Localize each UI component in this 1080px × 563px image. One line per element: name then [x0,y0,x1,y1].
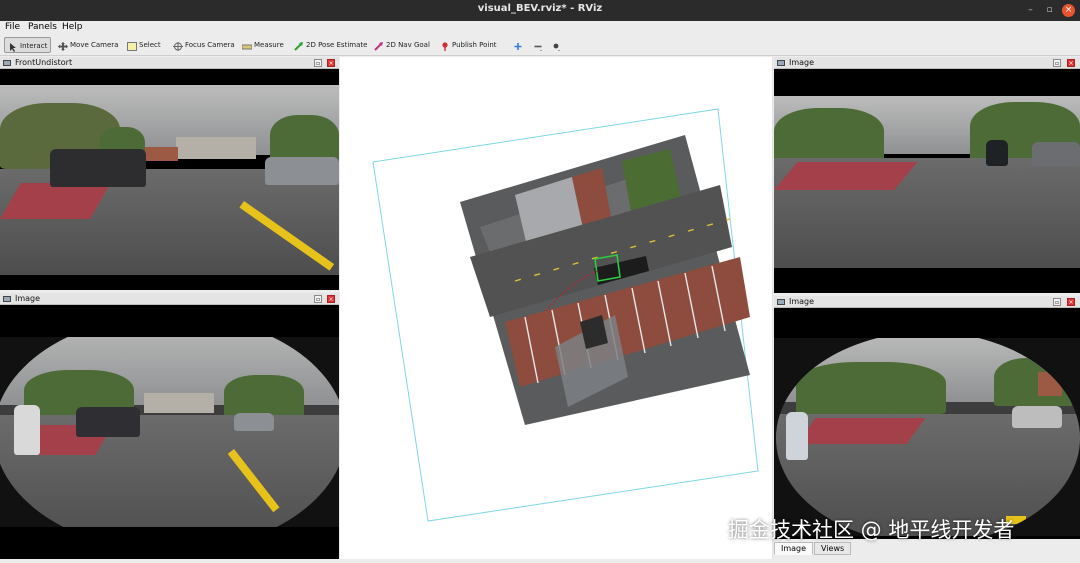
front-undistort-panel: FrontUndistort ▫ × [0,57,339,290]
panel-close-button[interactable]: × [1067,298,1075,306]
panel-title: Image [789,58,815,67]
select-label: Select [139,41,161,49]
image-icon [3,60,11,66]
plus-icon [513,41,523,50]
interact-label: Interact [20,42,48,50]
add-tool-button[interactable] [513,37,525,53]
menu-panels[interactable]: Panels [28,22,57,32]
menu-bar: File Panels Help [0,21,1080,35]
focus-icon [173,41,183,51]
menu-file[interactable]: File [5,22,20,32]
nav-goal-button[interactable]: 2D Nav Goal [374,37,430,53]
minimize-button[interactable]: – [1024,4,1037,17]
panel-float-button[interactable]: ▫ [1053,298,1061,306]
move-camera-label: Move Camera [70,41,119,49]
panel-title: Image [15,294,41,303]
bev-render-view[interactable] [340,57,772,559]
measure-button[interactable]: Measure [241,37,284,53]
panel-header: Image ▫ × [774,296,1080,308]
bird-eye-image [460,135,750,425]
title-bar: visual_BEV.rviz* - RViz – ▫ × [0,0,1080,21]
image-icon [777,299,785,305]
right-bottom-panel: Image ▫ × [774,296,1080,539]
panel-close-button[interactable]: × [327,295,335,303]
purple-arrow-icon [374,41,384,51]
menu-help[interactable]: Help [62,22,83,32]
left-fisheye-image [0,337,339,527]
image-icon [777,60,785,66]
panel-float-button[interactable]: ▫ [314,59,322,67]
panel-header: Image ▫ × [774,57,1080,69]
nav-goal-label: 2D Nav Goal [386,41,430,49]
right-fisheye-image [774,338,1080,536]
pose-estimate-label: 2D Pose Estimate [306,41,368,49]
pose-estimate-button[interactable]: 2D Pose Estimate [294,37,367,53]
view-options-button[interactable] [551,37,563,53]
right-top-camera-image [774,96,1080,268]
green-arrow-icon [294,41,304,51]
remove-tool-button[interactable] [533,37,545,53]
toolbar: Interact Move Camera Select Focus Camera… [0,35,1080,56]
panel-header: Image ▫ × [0,293,339,305]
image-icon [3,296,11,302]
select-icon [127,41,137,51]
move-icon [58,41,68,51]
pin-icon [440,41,450,51]
maximize-button[interactable]: ▫ [1043,4,1056,17]
minus-icon [533,41,543,51]
front-camera-image [0,85,339,275]
cursor-icon [8,42,18,52]
ruler-icon [241,41,253,50]
panel-title: FrontUndistort [15,58,73,67]
panel-float-button[interactable]: ▫ [1053,59,1061,67]
select-button[interactable]: Select [127,37,161,53]
interact-button[interactable]: Interact [4,37,52,53]
close-button[interactable]: × [1062,4,1075,17]
focus-camera-label: Focus Camera [185,41,235,49]
publish-point-button[interactable]: Publish Point [440,37,497,53]
right-top-panel: Image ▫ × [774,57,1080,293]
window-title: visual_BEV.rviz* - RViz [477,3,603,14]
eye-icon [551,41,561,51]
panel-close-button[interactable]: × [1067,59,1075,67]
move-camera-button[interactable]: Move Camera [58,37,118,53]
panel-float-button[interactable]: ▫ [314,295,322,303]
panel-header: FrontUndistort ▫ × [0,57,339,69]
measure-label: Measure [254,41,284,49]
panel-title: Image [789,297,815,306]
focus-camera-button[interactable]: Focus Camera [173,37,235,53]
panel-close-button[interactable]: × [327,59,335,67]
watermark: 掘金技术社区 @ 地平线开发者 [728,518,1015,542]
bev-canvas [372,108,759,522]
publish-point-label: Publish Point [452,41,497,49]
left-fisheye-panel: Image ▫ × [0,293,339,559]
